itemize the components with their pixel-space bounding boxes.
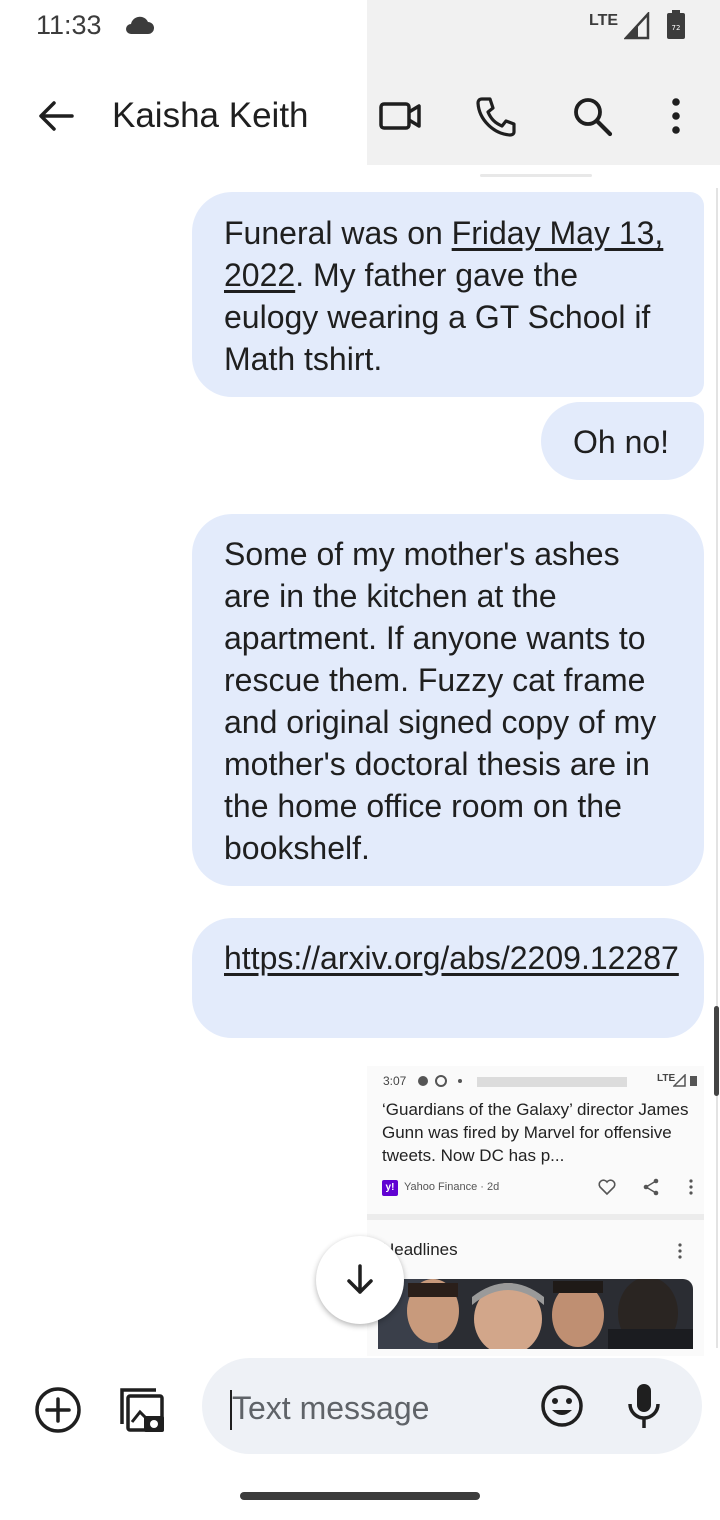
scrollbar-track [716, 188, 718, 1348]
attachment-time: 3:07 [383, 1074, 407, 1088]
message-text: Oh no! [573, 424, 670, 460]
yahoo-logo: y! [382, 1180, 398, 1196]
notification-icons [418, 1075, 462, 1087]
video-call-icon[interactable] [378, 98, 422, 134]
attachment-signal-battery-icon [673, 1074, 697, 1087]
svg-text:72: 72 [672, 24, 681, 32]
search-icon[interactable] [570, 94, 614, 138]
blurred-bar [477, 1077, 627, 1087]
share-icon [643, 1178, 659, 1196]
more-options-icon[interactable] [662, 96, 690, 136]
message-text: Funeral was on [224, 215, 452, 251]
more-options-icon [689, 1179, 693, 1195]
message-text: Some of my mother's ashes are in the kit… [224, 536, 657, 866]
emoji-icon[interactable] [540, 1384, 584, 1428]
gallery-camera-icon[interactable] [116, 1384, 168, 1436]
news-source: Yahoo Finance · 2d [404, 1181, 500, 1193]
scroll-to-bottom-button[interactable] [316, 1236, 404, 1324]
microphone-icon[interactable] [626, 1382, 662, 1430]
heart-icon [598, 1179, 616, 1196]
add-attachment-icon[interactable] [34, 1386, 82, 1434]
network-type: LTE [589, 12, 619, 29]
more-options-icon [678, 1243, 682, 1259]
message-bubble[interactable]: Some of my mother's ashes are in the kit… [192, 514, 704, 886]
contact-name[interactable]: Kaisha Keith [112, 96, 309, 136]
divider [367, 1214, 704, 1220]
message-input[interactable]: Text message [202, 1358, 702, 1454]
news-source-row: y! Yahoo Finance · 2d [382, 1178, 693, 1198]
image-attachment[interactable]: 3:07 LTE ‘Guardians of the Galaxy’ direc… [367, 1066, 704, 1356]
attachment-status-bar: 3:07 LTE [381, 1072, 697, 1088]
message-bubble[interactable]: https://arxiv.org/abs/2209.12287 [192, 918, 704, 1038]
back-arrow-icon[interactable] [36, 96, 76, 136]
scrollbar-thumb[interactable] [714, 1006, 719, 1096]
cloud-icon [126, 16, 154, 34]
message-bubble[interactable]: Funeral was on Friday May 13, 2022. My f… [192, 192, 704, 397]
compose-bar: Text message [0, 1356, 720, 1466]
divider [480, 174, 592, 177]
signal-icon [624, 12, 650, 40]
status-bar: 11:33 LTE 72 [0, 0, 720, 165]
home-indicator[interactable] [240, 1492, 480, 1500]
news-headline: ‘Guardians of the Galaxy’ director James… [382, 1100, 689, 1165]
phone-call-icon[interactable] [474, 94, 518, 138]
status-time: 11:33 [36, 10, 102, 40]
message-placeholder: Text message [232, 1390, 430, 1426]
battery-icon: 72 [667, 10, 685, 39]
arrow-down-icon [347, 1264, 373, 1294]
message-bubble[interactable]: Oh no! [541, 402, 704, 480]
app-bar: Kaisha Keith [0, 70, 720, 164]
url-link[interactable]: https://arxiv.org/abs/2209.12287 [224, 940, 679, 976]
news-photo [378, 1279, 693, 1349]
